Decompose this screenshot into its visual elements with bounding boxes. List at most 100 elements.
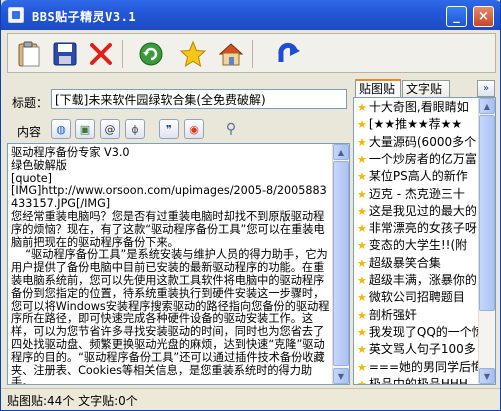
star-bullet-icon: ★ (357, 325, 367, 339)
list-item[interactable]: ★ 剖析强奸 (357, 307, 481, 324)
zoom-button[interactable]: ⚲ (221, 119, 241, 139)
toolbar (7, 33, 496, 73)
list-item-label: 这是我见过的最大的 (368, 203, 477, 218)
list-item-label: [★★推★★荐★★ (368, 117, 463, 132)
scroll-up-arrow[interactable]: ▲ (479, 98, 495, 114)
star-bullet-icon: ★ (357, 343, 367, 357)
quote-icon: ❞ (166, 122, 172, 136)
list-item-label: 某位PS高人的新作 (368, 169, 468, 184)
save-button[interactable] (48, 37, 81, 70)
zoom-icon: ⚲ (225, 121, 237, 137)
toolbar-separator (122, 40, 123, 68)
list-item-label: 十大奇图,看眼睛如 (368, 100, 469, 114)
list-item[interactable]: ★ 超级暴笑合集 (357, 255, 481, 272)
list-item[interactable]: ★ 微软公司招聘题目 (357, 289, 481, 306)
star-bullet-icon: ★ (357, 187, 367, 201)
list-item-label: 超级暴笑合集 (368, 255, 441, 270)
insert-quote-button[interactable]: ❞ (159, 119, 179, 139)
save-icon (53, 42, 76, 65)
list-item[interactable]: ★ 迈克 - 杰克逊三十 (357, 186, 481, 203)
favorite-button[interactable] (176, 37, 209, 70)
status-bar: 贴图贴:44个 文字贴:0个 (1, 388, 500, 410)
redo-button[interactable] (272, 37, 305, 70)
globe-link-icon: ◍ (56, 122, 66, 136)
list-item[interactable]: ★ 某位PS高人的新作 (357, 168, 481, 185)
list-item-label: 剖析强奸 (368, 307, 417, 322)
scroll-thumb[interactable] (333, 161, 349, 366)
title-bar[interactable]: BBS贴子精灵V3.1 _ × (1, 0, 500, 30)
toolbar-separator (252, 40, 253, 68)
media-icon: ◉ (189, 122, 199, 136)
list-item[interactable]: ★ 非常漂亮的女孩子呀 (357, 220, 481, 237)
topic-input[interactable] (51, 89, 347, 109)
star-icon (179, 40, 206, 67)
minimize-button[interactable]: _ (446, 6, 467, 27)
insert-image-button[interactable]: ▣ (75, 119, 95, 139)
tab-image-posts[interactable]: 贴图贴 (355, 79, 401, 97)
list-item-label: ===她的男同学后悔死 (368, 359, 481, 374)
close-button[interactable]: × (473, 6, 494, 27)
list-item-label: 英文骂人句子100多 (368, 342, 476, 357)
topic-label: 标题： (12, 96, 49, 110)
flash-icon: ϕ (131, 122, 139, 136)
content-editor[interactable]: 驱动程序备份专家 V3.0 绿色破解版 [quote] [IMG]http://… (7, 143, 350, 385)
post-list[interactable]: ★ 十大奇图,看眼睛如 ★ [★★推★★荐★★ ★ 大量源码(6000多个 ★ 一个炒房者的亿… (353, 97, 496, 385)
list-item[interactable]: ★ 一个炒房者的亿万富 (357, 151, 481, 168)
scroll-down-arrow[interactable]: ▼ (479, 368, 495, 384)
list-item-label: 大量源码(6000多个 (368, 134, 477, 149)
list-item-label: 超级丰满，涨暴你的 (368, 273, 477, 287)
image-icon: ▣ (79, 122, 91, 136)
insert-flash-button[interactable]: ϕ (125, 119, 145, 139)
star-bullet-icon: ★ (357, 291, 367, 305)
list-item[interactable]: ★ 这是我见过的最大的 (357, 203, 481, 220)
list-item[interactable]: ★ 我发现了QQ的一个惊 (357, 324, 481, 341)
star-bullet-icon: ★ (357, 222, 367, 236)
list-item-label: 迈克 - 杰克逊三十 (368, 186, 465, 201)
home-button[interactable] (214, 37, 247, 70)
insert-link-button[interactable]: ◍ (51, 119, 71, 139)
window-title: BBS贴子精灵V3.1 (32, 10, 137, 24)
list-item[interactable]: ★ 超级丰满，涨暴你的 (357, 272, 481, 289)
paste-button[interactable] (12, 37, 45, 70)
list-item[interactable]: ★ 英文骂人句子100多 (357, 341, 481, 358)
list-item[interactable]: ★===她的男同学后悔死 (357, 359, 481, 376)
editor-scrollbar[interactable]: ▲ ▼ (332, 144, 349, 384)
refresh-icon (139, 42, 162, 65)
content-label: 内容 (17, 125, 42, 139)
star-bullet-icon: ★ (357, 170, 367, 184)
refresh-button[interactable] (134, 37, 167, 70)
star-bullet-icon: ★ (357, 377, 367, 385)
star-bullet-icon: ★ (357, 274, 367, 287)
list-item[interactable]: ★ [★★推★★荐★★ (357, 116, 481, 133)
app-window: BBS贴子精灵V3.1 _ × 标题： 内容 ◍ ▣ @ ϕ ❞ (0, 0, 501, 411)
insert-email-button[interactable]: @ (100, 119, 120, 139)
list-item-label: 变态的大学生!!(附 (368, 238, 468, 253)
insert-media-button[interactable]: ◉ (184, 119, 204, 139)
list-item[interactable]: ★ 变态的大学生!!(附 (357, 237, 481, 254)
star-bullet-icon: ★ (357, 239, 367, 253)
star-bullet-icon: ★ (357, 308, 367, 322)
list-item-label: 极品中的极品HHH-- (368, 376, 477, 385)
star-bullet-icon: ★ (357, 360, 367, 374)
star-bullet-icon: ★ (357, 256, 367, 270)
home-icon (218, 42, 243, 65)
minimize-icon: _ (453, 9, 460, 24)
close-icon: × (478, 9, 489, 24)
tab-text-posts[interactable]: 文字贴 (402, 80, 450, 97)
list-item[interactable]: ★ 极品中的极品HHH-- (357, 376, 481, 385)
list-item[interactable]: ★ 大量源码(6000多个 (357, 134, 481, 151)
tab-scroll-button[interactable]: » (477, 80, 495, 97)
star-bullet-icon: ★ (357, 152, 367, 166)
delete-button[interactable] (84, 37, 117, 70)
list-item[interactable]: ★ 十大奇图,看眼睛如 (357, 99, 481, 116)
scroll-down-arrow[interactable]: ▼ (333, 368, 349, 384)
delete-icon (89, 42, 112, 65)
redo-icon (277, 42, 300, 62)
post-list-panel: 贴图贴 文字贴 » ★ 十大奇图,看眼睛如 ★ [★★推★★荐★★ ★ 大量源码(6000… (353, 79, 496, 385)
content-text[interactable]: 驱动程序备份专家 V3.0 绿色破解版 [quote] [IMG]http://… (11, 146, 333, 384)
list-scrollbar[interactable]: ▲ ▼ (478, 98, 495, 384)
list-item-label: 一个炒房者的亿万富 (368, 151, 477, 166)
app-icon (8, 7, 24, 23)
scroll-up-arrow[interactable]: ▲ (333, 144, 349, 160)
scroll-thumb[interactable] (479, 115, 495, 311)
